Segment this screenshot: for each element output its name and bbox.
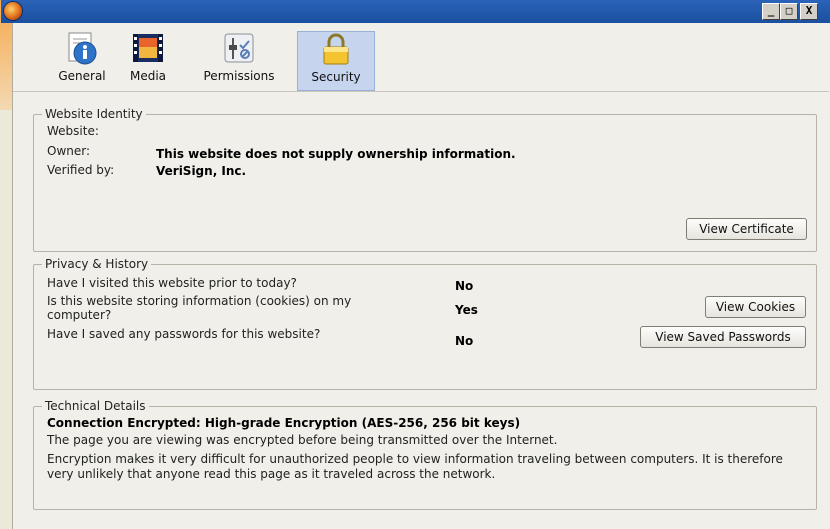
privacy-history-legend: Privacy & History <box>42 257 152 271</box>
technical-details-legend: Technical Details <box>42 399 149 413</box>
title-bar[interactable]: _ □ X <box>1 0 830 23</box>
view-cookies-button[interactable]: View Cookies <box>705 296 806 318</box>
tab-permissions-label: Permissions <box>203 69 275 83</box>
tab-security-label: Security <box>311 70 361 84</box>
minimize-button[interactable]: _ <box>762 3 780 20</box>
firefox-icon[interactable] <box>4 2 22 20</box>
encryption-line-2: Encryption makes it very difficult for u… <box>47 452 783 481</box>
technical-details-group: Technical Details Connection Encrypted: … <box>33 399 817 510</box>
cookies-question: Is this website storing information (coo… <box>47 294 352 322</box>
passwords-answer: No <box>455 334 474 348</box>
media-icon <box>131 31 165 65</box>
owner-value: This website does not supply ownership i… <box>156 147 516 161</box>
tab-general[interactable]: General <box>53 31 111 89</box>
owner-label: Owner: <box>47 144 91 158</box>
view-saved-passwords-button[interactable]: View Saved Passwords <box>640 326 806 348</box>
view-certificate-button[interactable]: View Certificate <box>686 218 807 240</box>
cookies-answer: Yes <box>455 303 478 317</box>
maximize-button[interactable]: □ <box>780 3 798 20</box>
close-button[interactable]: X <box>800 3 818 20</box>
visited-answer: No <box>455 279 474 293</box>
visited-question: Have I visited this website prior to tod… <box>47 276 297 290</box>
page-info-window: _ □ X General Media Permissions Security… <box>1 0 830 529</box>
website-identity-group: Website Identity Website: Owner: This we… <box>33 107 817 252</box>
tab-permissions[interactable]: Permissions <box>199 31 279 89</box>
lock-icon <box>319 32 353 66</box>
info-icon <box>65 31 99 65</box>
encryption-headline: Connection Encrypted: High-grade Encrypt… <box>47 416 521 430</box>
website-label: Website: <box>47 124 99 138</box>
tab-media[interactable]: Media <box>123 31 173 89</box>
background-window-strip <box>0 0 12 529</box>
tab-security[interactable]: Security <box>297 31 375 91</box>
verified-by-label: Verified by: <box>47 163 115 177</box>
tab-media-label: Media <box>129 69 167 83</box>
tab-general-label: General <box>58 69 106 83</box>
permissions-icon <box>222 31 256 65</box>
encryption-line-1: The page you are viewing was encrypted b… <box>47 433 558 447</box>
privacy-history-group: Privacy & History Have I visited this we… <box>33 257 817 390</box>
passwords-question: Have I saved any passwords for this webs… <box>47 327 321 341</box>
website-identity-legend: Website Identity <box>42 107 146 121</box>
tab-toolbar: General Media Permissions Security <box>13 23 829 92</box>
verified-by-value: VeriSign, Inc. <box>156 164 247 178</box>
